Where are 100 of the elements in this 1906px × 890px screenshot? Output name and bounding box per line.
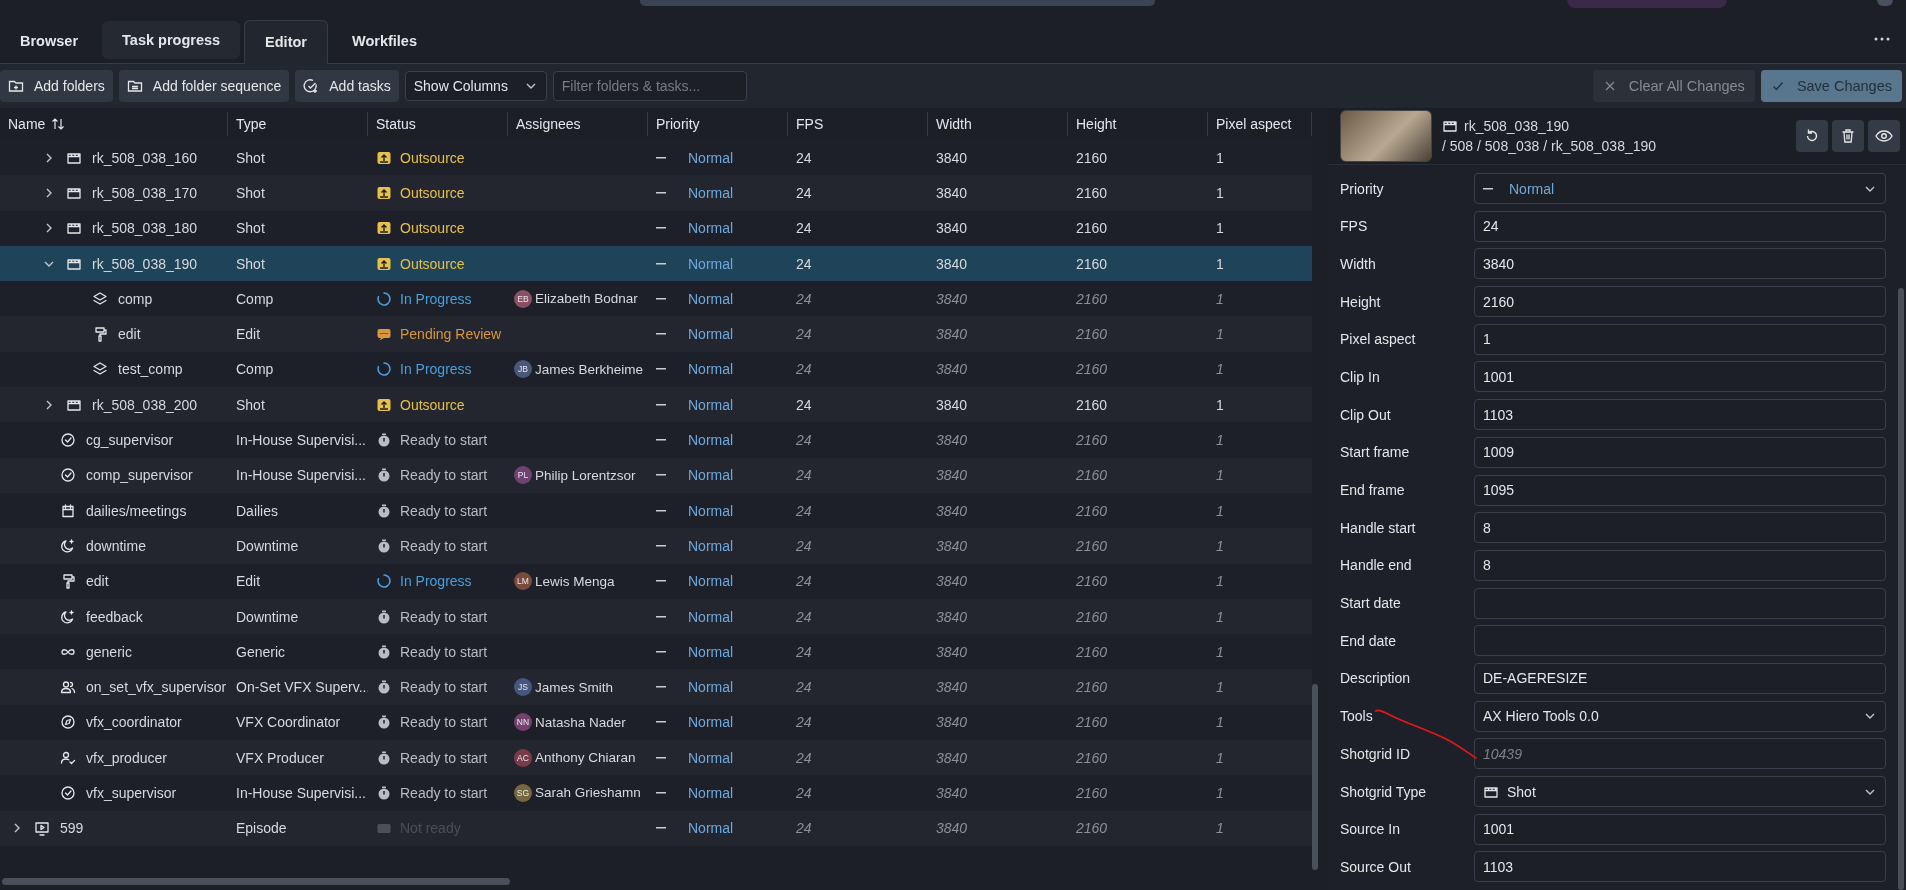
value-text: 3840	[936, 396, 968, 413]
table-row[interactable]: feedback Downtime Ready to start Normal 24 3840 2160 1	[0, 598, 1312, 635]
dropdown-field[interactable]: Normal	[1474, 173, 1886, 204]
value-text: 1	[1216, 573, 1224, 590]
status-label: Outsource	[400, 255, 465, 272]
speech-box-icon	[376, 326, 392, 343]
filter-field[interactable]: Filter folders & tasks...	[552, 71, 747, 101]
text-field[interactable]: 3840	[1474, 248, 1886, 280]
columns-dropdown[interactable]: Show Columns	[404, 71, 547, 101]
dropdown-field[interactable]: AX Hiero Tools 0.0	[1474, 700, 1886, 732]
status-label: Ready to start	[400, 785, 488, 801]
column-header[interactable]: Status	[376, 116, 416, 132]
table-row[interactable]: rk_508_038_170 Shot Outsource Normal 24 3840 2160 1	[0, 175, 1312, 211]
status-label: Ready to start	[400, 432, 488, 448]
tab[interactable]: Browser	[0, 19, 99, 63]
type-text: Downtime	[236, 537, 299, 554]
value-text: 2160	[1076, 714, 1108, 731]
value-text: 1	[1216, 714, 1224, 731]
row-name: vfx_producer	[86, 749, 167, 766]
row-name: feedback	[86, 608, 143, 625]
scrollbar-thumb[interactable]	[1312, 684, 1318, 870]
text-field[interactable]: 8	[1474, 549, 1886, 581]
priority-label: Normal	[688, 643, 734, 660]
scrollbar-thumb[interactable]	[1898, 288, 1904, 890]
value-text: 2160	[1076, 643, 1108, 660]
column-header[interactable]: Name	[8, 116, 46, 132]
status-label: Ready to start	[400, 467, 488, 484]
column-header[interactable]: Pixel aspect	[1216, 116, 1292, 132]
scrollbar-thumb[interactable]	[2, 878, 510, 885]
upload-box-icon	[376, 220, 392, 237]
value-text: 2160	[1076, 361, 1108, 378]
status-label: Outsource	[400, 220, 465, 237]
column-header[interactable]: Assignees	[516, 116, 581, 132]
column-header[interactable]: Type	[236, 116, 267, 132]
check-circle-icon	[60, 785, 76, 801]
column-header[interactable]: FPS	[796, 116, 824, 132]
dropdown-field[interactable]: Shot	[1474, 776, 1886, 807]
table-row[interactable]: rk_508_038_190 Shot Outsource Normal 24 3840 2160 1	[0, 245, 1312, 282]
row-name: rk_508_038_180	[92, 220, 198, 237]
table-row[interactable]: comp_supervisor In-House Supervisi... Ready to start PL Philip Lorentzsor Normal 24 3840 2160 1	[0, 457, 1312, 493]
value-text: 24	[796, 184, 812, 201]
value-text: 1	[1216, 502, 1224, 519]
screen-play-icon	[34, 820, 50, 837]
column-header[interactable]: Priority	[656, 116, 700, 132]
more-icon[interactable]	[1874, 36, 1890, 41]
delete-button[interactable]	[1832, 120, 1864, 152]
table-row[interactable]: rk_508_038_200 Shot Outsource Normal 24 3840 2160 1	[0, 387, 1312, 423]
column-header[interactable]: Height	[1076, 116, 1117, 132]
text-field[interactable]: DE-AGERESIZE	[1474, 662, 1886, 694]
row-name: edit	[118, 326, 141, 343]
value-text: 24	[796, 537, 812, 554]
table-row[interactable]: edit Edit Pending Review Normal 24 3840 2160 1	[0, 316, 1312, 352]
text-field[interactable]: 1001	[1474, 361, 1886, 393]
assignee-name: Lewis Menga	[535, 573, 615, 589]
text-field[interactable]: 8	[1474, 512, 1886, 544]
toolbar-button[interactable]: Add folder sequence	[118, 70, 290, 102]
value-text: 1	[1216, 290, 1224, 307]
priority-label: Normal	[688, 255, 734, 272]
text-field[interactable]: 24	[1474, 210, 1886, 242]
value-text: 2160	[1076, 255, 1108, 272]
field-label: Tools	[1340, 708, 1374, 725]
text-field[interactable]	[1474, 587, 1886, 619]
priority-label: Normal	[688, 326, 734, 343]
text-field[interactable]: 10439	[1474, 738, 1886, 770]
tab[interactable]: Task progress	[102, 21, 241, 59]
type-text: Shot	[236, 220, 265, 237]
type-text: In-House Supervisi...	[236, 785, 366, 801]
value-text: 3840	[936, 255, 968, 272]
detail-title: rk_508_038_190	[1464, 118, 1570, 134]
text-field[interactable]: 1103	[1474, 399, 1886, 431]
tab[interactable]: Editor	[244, 20, 328, 64]
tab[interactable]: Workfiles	[332, 19, 437, 63]
upload-box-icon	[376, 396, 392, 413]
field-label: Height	[1340, 293, 1382, 310]
text-field[interactable]: 1103	[1474, 851, 1886, 883]
dash-icon	[656, 827, 666, 830]
text-field[interactable]: 1009	[1474, 436, 1886, 468]
text-field[interactable]: 1095	[1474, 474, 1886, 506]
value-text: 2160	[1076, 502, 1108, 519]
value-text: 24	[796, 608, 812, 625]
toolbar-button[interactable]: Add tasks	[295, 70, 399, 102]
column-header[interactable]: Width	[936, 116, 972, 132]
value-text: 1	[1216, 679, 1224, 696]
status-label: Outsource	[400, 149, 465, 166]
value-text: 2160	[1076, 432, 1108, 448]
sort-icon[interactable]	[51, 117, 66, 131]
text-field[interactable]: 1	[1474, 323, 1886, 355]
priority-label: Normal	[688, 361, 734, 378]
text-field[interactable]	[1474, 625, 1886, 657]
text-field[interactable]: 1001	[1474, 813, 1886, 845]
table-row[interactable]: vfx_producer VFX Producer Ready to start AC Anthony Chiaran Normal 24 3840 2160 1	[0, 740, 1312, 776]
view-button[interactable]	[1868, 120, 1900, 152]
value-text: 3840	[936, 573, 968, 590]
reset-button[interactable]	[1796, 120, 1828, 152]
text-field[interactable]: 2160	[1474, 286, 1886, 318]
type-text: Episode	[236, 820, 287, 837]
table-row[interactable]: downtime Downtime Ready to start Normal 24 3840 2160 1	[0, 528, 1312, 564]
toolbar-button[interactable]: Add folders	[0, 70, 113, 102]
clear-changes-button[interactable]: Clear All Changes	[1592, 70, 1755, 102]
value-text: 2160	[1076, 467, 1108, 484]
